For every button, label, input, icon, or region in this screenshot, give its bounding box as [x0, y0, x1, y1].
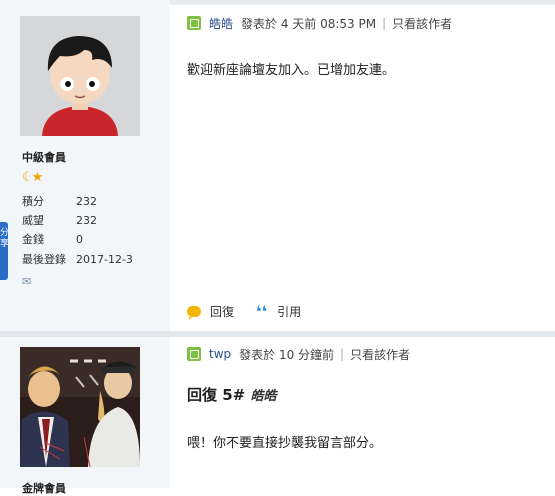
share-tab[interactable]: 分享	[0, 222, 8, 280]
user-rank: 金牌會員	[22, 482, 66, 495]
rank-stars-icon: ☾★	[22, 170, 43, 185]
post-content: 歡迎新座論壇友加入。已增加友連。	[187, 63, 396, 78]
post-time: 發表於 4 天前 08:53 PM	[241, 16, 377, 31]
user-rank: 中級會員	[22, 151, 66, 164]
stat-row: 積分 232	[22, 195, 97, 208]
post-info: twp 發表於 10 分鐘前 | 只看該作者	[187, 345, 410, 363]
post-time: 發表於 10 分鐘前	[239, 347, 335, 362]
reply-heading: 回復 5# 皓皓	[187, 384, 276, 405]
message-icon[interactable]: ✉	[22, 275, 31, 288]
stat-row: 威望 232	[22, 214, 97, 227]
author-link[interactable]: twp	[209, 347, 231, 361]
post-actions: 回復 ❛❛ 引用	[187, 303, 323, 320]
quote-label: 引用	[277, 305, 302, 319]
avatar[interactable]	[20, 347, 140, 467]
stat-row: 金錢 0	[22, 233, 83, 246]
reply-number[interactable]: 回復 5#	[187, 386, 245, 404]
post-content: 喂！你不要直接抄襲我留言部分。	[187, 436, 383, 451]
reply-button[interactable]: 回復	[187, 303, 234, 320]
stat-row: 最後登錄 2017-12-3	[22, 253, 133, 266]
post-info: 皓皓 發表於 4 天前 08:53 PM | 只看該作者	[187, 14, 452, 32]
quote-button[interactable]: ❛❛ 引用	[256, 303, 301, 320]
separator: |	[340, 347, 345, 361]
view-author-only-link[interactable]: 只看該作者	[392, 15, 452, 32]
avatar[interactable]	[20, 16, 140, 136]
reply-to-user: 皓皓	[250, 389, 277, 404]
view-author-only-link[interactable]: 只看該作者	[350, 346, 410, 363]
reply-label: 回復	[210, 305, 235, 319]
reply-bubble-icon	[187, 306, 201, 320]
post-divider	[0, 331, 555, 337]
cartoon-avatar-icon	[20, 16, 140, 136]
online-status-icon	[187, 16, 201, 30]
photo-avatar-icon	[20, 347, 140, 467]
quote-icon: ❛❛	[256, 301, 268, 321]
author-link[interactable]: 皓皓	[209, 15, 233, 32]
online-status-icon	[187, 347, 201, 361]
share-tab-label: 分享	[0, 228, 8, 249]
separator: |	[382, 16, 387, 30]
